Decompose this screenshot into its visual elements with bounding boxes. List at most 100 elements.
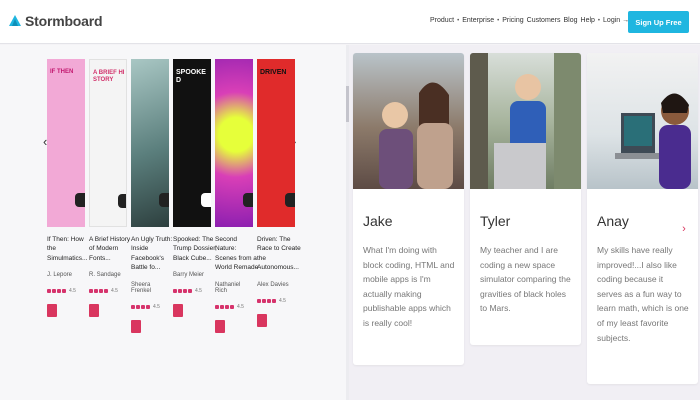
star-icon [57, 289, 61, 294]
book-cover[interactable] [215, 59, 253, 227]
book-card[interactable]: SPOOKED Spooked: The Trump Dossier, Blac… [173, 59, 217, 318]
star-icon [188, 289, 192, 294]
site-header: Stormboard Product • Enterprise • Pricing … [0, 0, 700, 44]
book-cover[interactable] [131, 59, 169, 227]
book-rating: 4.5 [257, 298, 295, 304]
book-cover-text: DRIVEN [260, 69, 287, 76]
book-card[interactable]: A BRIEF HISTORY A Brief History of Moder… [89, 59, 130, 318]
book-author: Nathaniel Rich [215, 281, 241, 294]
book-card[interactable]: Second Nature: Scenes from a World Remad… [215, 59, 258, 333]
book-action-button[interactable] [173, 304, 183, 318]
book-title[interactable]: Second Nature: Scenes from a World Remad… [215, 235, 259, 273]
book-title[interactable]: Driven: The Race to Create the Autonomou… [257, 235, 301, 273]
star-icon [131, 304, 135, 309]
logo-icon [9, 15, 21, 26]
book-author: Sheera Frenkel [131, 281, 152, 294]
nav-pricing[interactable]: Pricing [502, 17, 523, 24]
testimonial-next-icon[interactable]: › [676, 216, 692, 242]
cover-badge-icon [285, 193, 295, 207]
star-icon [225, 304, 229, 309]
book-rating: 4.5 [131, 304, 169, 310]
testimonial-name: Tyler [480, 213, 511, 229]
testimonial-quote: My skills have really improved!...I also… [597, 245, 689, 343]
nav-product[interactable]: Product [430, 17, 454, 24]
star-icon [215, 304, 219, 309]
star-icon [183, 289, 187, 294]
rating-value: 4.5 [195, 288, 202, 295]
star-icon [272, 298, 276, 303]
rating-value: 4.5 [153, 303, 160, 310]
book-cover[interactable]: SPOOKED [173, 59, 211, 227]
book-action-button[interactable] [131, 319, 141, 333]
book-author: J. Lepore [47, 272, 73, 279]
book-cover[interactable]: IF THEN [47, 59, 85, 227]
star-icon [89, 289, 93, 294]
star-icon [173, 289, 177, 294]
book-title[interactable]: Spooked: The Trump Dossier, Black Cube..… [173, 235, 217, 263]
cover-badge-icon [118, 194, 126, 208]
star-icon [104, 289, 108, 294]
book-card[interactable]: DRIVEN Driven: The Race to Create the Au… [257, 59, 301, 327]
testimonial-photo [353, 53, 464, 189]
book-cover-text: IF THEN [50, 69, 74, 75]
book-action-button[interactable] [47, 304, 57, 318]
testimonial-card: Jake What I'm doing with block coding, H… [353, 53, 464, 365]
nav-customers[interactable]: Customers [527, 17, 561, 24]
star-icon [267, 298, 271, 303]
testimonial-photo [470, 53, 581, 189]
book-card[interactable]: An Ugly Truth: Inside Facebook's Battle … [131, 59, 172, 333]
star-icon [257, 298, 261, 303]
testimonial-photo [587, 53, 698, 189]
star-icon [146, 304, 150, 309]
star-icon [47, 289, 51, 294]
star-icon [230, 304, 234, 309]
star-icon [62, 289, 66, 294]
star-icon [220, 304, 224, 309]
book-rating: 4.5 [173, 288, 211, 294]
star-icon [94, 289, 98, 294]
book-rating: 4.5 [47, 288, 85, 294]
nav-login[interactable]: Login → [603, 17, 629, 24]
book-rating: 4.5 [215, 304, 253, 310]
book-cover[interactable]: DRIVEN [257, 59, 295, 227]
nav-dropdown-icon: • [497, 17, 500, 24]
cover-badge-icon [243, 193, 253, 207]
book-action-button[interactable] [89, 304, 99, 318]
rating-value: 4.5 [69, 288, 76, 295]
book-author: Alex Davies [257, 281, 289, 288]
nav-help[interactable]: Help [581, 17, 595, 24]
star-icon [52, 289, 56, 294]
star-icon [262, 298, 266, 303]
book-action-button[interactable] [257, 313, 267, 327]
signup-button[interactable]: Sign Up Free [628, 11, 689, 33]
rating-value: 4.5 [279, 297, 286, 304]
testimonial-quote: What I'm doing with block coding, HTML a… [363, 245, 455, 329]
nav-enterprise[interactable]: Enterprise [462, 17, 494, 24]
book-title[interactable]: A Brief History of Modern Fonts... [89, 235, 133, 263]
book-author: R. Sandage [89, 272, 121, 279]
book-cover-text: SPOOKED [176, 69, 206, 85]
testimonial-name: Jake [363, 213, 393, 229]
rating-value: 4.5 [111, 288, 118, 295]
logo[interactable]: Stormboard [8, 13, 103, 29]
star-icon [141, 304, 145, 309]
nav-dropdown-icon: • [597, 17, 601, 24]
testimonial-card: Tyler My teacher and I are coding a new … [470, 53, 581, 345]
nav-dropdown-icon: • [457, 17, 460, 24]
main-nav: Product • Enterprise • Pricing Customers B… [430, 17, 632, 24]
cover-badge-icon [75, 193, 85, 207]
cover-badge-icon [201, 193, 211, 207]
book-cover-text: A BRIEF HISTORY [93, 70, 125, 83]
testimonial-quote: My teacher and I are coding a new space … [480, 245, 571, 314]
nav-blog[interactable]: Blog [564, 17, 578, 24]
book-rating: 4.5 [89, 288, 127, 294]
star-icon [99, 289, 103, 294]
star-icon [136, 304, 140, 309]
logo-text: Stormboard [25, 13, 103, 29]
cover-badge-icon [159, 193, 169, 207]
book-cover[interactable]: A BRIEF HISTORY [89, 59, 127, 227]
book-action-button[interactable] [215, 319, 225, 333]
book-card[interactable]: IF THEN If Then: How the Simulmatics... … [47, 59, 87, 318]
book-title[interactable]: If Then: How the Simulmatics... [47, 235, 91, 263]
book-title[interactable]: An Ugly Truth: Inside Facebook's Battle … [131, 235, 175, 273]
